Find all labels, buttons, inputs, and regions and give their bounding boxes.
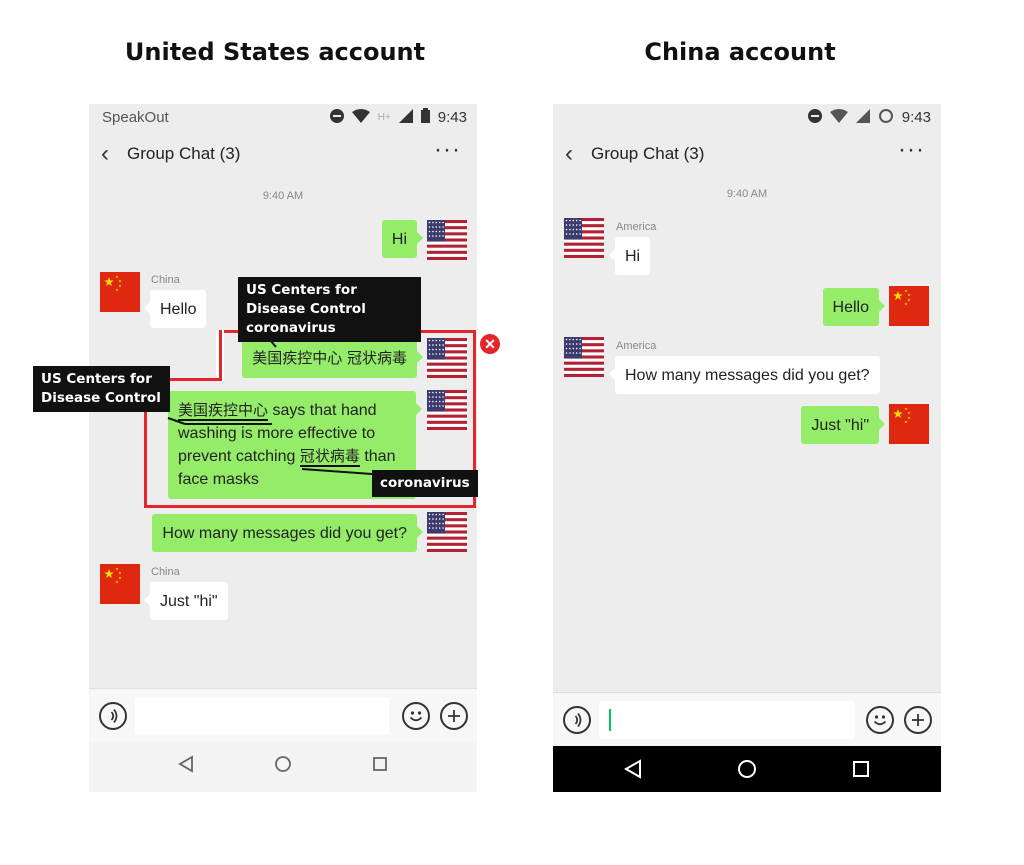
message-bubble-how-many[interactable]: How many messages did you get?	[609, 356, 880, 394]
nav-back-icon[interactable]	[177, 755, 195, 779]
status-bar: SpeakOut H+ 9:43	[89, 104, 477, 130]
do-not-disturb-icon	[807, 109, 822, 126]
chat-header: ‹ Group Chat (3) ···	[89, 134, 477, 174]
message-input[interactable]	[135, 697, 389, 735]
us-flag-avatar[interactable]	[564, 337, 604, 377]
back-arrow-icon[interactable]: ‹	[565, 140, 573, 168]
wifi-icon	[829, 109, 848, 126]
emoji-icon[interactable]	[866, 706, 894, 734]
sender-name: America	[616, 221, 657, 233]
timestamp: 9:40 AM	[262, 190, 304, 202]
battery-icon	[420, 108, 430, 126]
sender-name: America	[616, 340, 657, 352]
chat-title: Group Chat (3)	[591, 144, 705, 163]
annotation-cdc-coronavirus: US Centers for Disease Control coronavir…	[238, 277, 421, 342]
message-bubble-hi[interactable]: Hi	[608, 237, 651, 275]
china-phone-screen: 9:43 ‹ Group Chat (3) ··· 9:40 AM Americ…	[553, 104, 941, 792]
timestamp: 9:40 AM	[726, 188, 768, 200]
us-flag-avatar[interactable]	[427, 220, 467, 260]
text-cursor	[609, 709, 611, 731]
sender-name: China	[151, 566, 180, 578]
message-bubble-just-hi[interactable]: Just "hi"	[801, 406, 885, 444]
nav-recents-icon[interactable]	[851, 759, 871, 785]
input-bar	[553, 692, 941, 747]
wifi-icon	[351, 108, 370, 126]
message-bubble-hello[interactable]: Hello	[822, 288, 886, 326]
china-flag-avatar[interactable]	[889, 286, 929, 326]
more-icon[interactable]: ···	[434, 136, 461, 164]
nav-recents-icon[interactable]	[371, 755, 389, 779]
battery-icon	[878, 108, 894, 127]
android-nav-bar	[89, 742, 477, 792]
message-input[interactable]	[599, 701, 855, 739]
message-bubble-just-hi[interactable]: Just "hi"	[144, 582, 228, 620]
signal-icon	[398, 108, 413, 126]
input-bar	[89, 688, 477, 743]
plus-icon[interactable]	[440, 702, 468, 730]
us-flag-avatar[interactable]	[427, 512, 467, 552]
us-account-caption: United States account	[124, 38, 426, 66]
nav-back-icon[interactable]	[623, 759, 643, 785]
chat-title: Group Chat (3)	[127, 144, 241, 163]
nav-home-icon[interactable]	[274, 755, 292, 779]
china-account-caption: China account	[644, 38, 836, 66]
message-bubble-how-many[interactable]: How many messages did you get?	[152, 514, 423, 552]
sender-name: China	[151, 274, 180, 286]
china-flag-avatar[interactable]	[889, 404, 929, 444]
status-time: 9:43	[437, 108, 467, 126]
do-not-disturb-icon	[329, 108, 344, 126]
voice-icon[interactable]	[99, 702, 127, 730]
message-bubble-hi[interactable]: Hi	[381, 220, 424, 258]
back-arrow-icon[interactable]: ‹	[101, 140, 109, 168]
highlight-notch-line	[219, 330, 222, 381]
plus-icon[interactable]	[904, 706, 932, 734]
message-error-icon[interactable]: ✕	[480, 334, 500, 354]
emoji-icon[interactable]	[402, 702, 430, 730]
china-flag-avatar[interactable]	[100, 272, 140, 312]
status-bar: 9:43	[553, 104, 941, 130]
annotation-coronavirus: coronavirus	[372, 470, 478, 497]
app-name: SpeakOut	[102, 109, 169, 126]
us-flag-avatar[interactable]	[564, 218, 604, 258]
status-time: 9:43	[901, 109, 931, 126]
android-nav-bar	[553, 746, 941, 792]
nav-home-icon[interactable]	[737, 759, 757, 785]
signal-icon	[855, 109, 870, 126]
message-bubble-hello[interactable]: Hello	[143, 290, 207, 328]
chat-header: ‹ Group Chat (3) ···	[553, 134, 941, 174]
china-flag-avatar[interactable]	[100, 564, 140, 604]
annotation-cdc: US Centers for Disease Control	[33, 366, 170, 412]
more-icon[interactable]: ···	[898, 136, 925, 164]
voice-icon[interactable]	[563, 706, 591, 734]
network-type-label: H+	[377, 111, 391, 123]
